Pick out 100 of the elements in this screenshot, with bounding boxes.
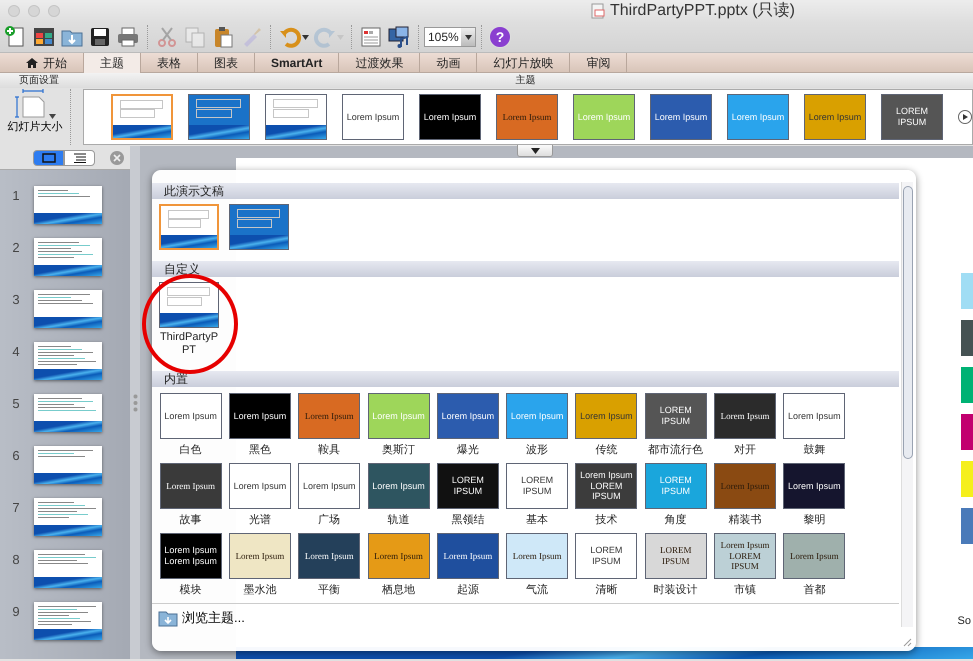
- theme-name: 清晰: [595, 583, 618, 598]
- theme-thumbnail[interactable]: Lorem Ipsum: [342, 94, 404, 140]
- slide-view-icon: [42, 152, 56, 162]
- caret-icon: [302, 34, 309, 40]
- slide-thumbnail[interactable]: [34, 446, 102, 484]
- theme-thumbnail[interactable]: Lorem Ipsum: [298, 393, 360, 439]
- theme-name: 光谱: [248, 512, 271, 528]
- theme-name: 传统: [595, 442, 618, 458]
- scrollbar-thumb[interactable]: [903, 186, 913, 459]
- slide-number: 4: [11, 343, 21, 361]
- ribbon-tab[interactable]: 主题: [84, 53, 141, 73]
- theme-thumbnail[interactable]: Lorem Ipsum: [160, 463, 222, 509]
- theme-thumbnail[interactable]: Lorem Ipsum: [783, 463, 846, 509]
- theme-name: 波形: [526, 443, 548, 458]
- theme-thumbnail[interactable]: Lorem Ipsum: [228, 393, 291, 439]
- theme-name: 都市流行色: [648, 442, 704, 458]
- section-header: 内置: [152, 371, 899, 387]
- help-button[interactable]: ?: [489, 26, 511, 48]
- theme-thumbnail[interactable]: Lorem Ipsum: [650, 94, 712, 140]
- theme-thumbnail[interactable]: [265, 94, 327, 140]
- theme-thumbnail[interactable]: [159, 282, 219, 328]
- film-music-icon: [387, 25, 411, 49]
- theme-thumbnail[interactable]: [111, 94, 173, 140]
- scissors-icon: [155, 25, 179, 49]
- theme-name: 基本: [526, 513, 548, 528]
- theme-thumbnail[interactable]: Lorem Ipsum: [436, 393, 499, 439]
- theme-thumbnail[interactable]: Lorem Ipsum: [506, 533, 568, 579]
- group-title: 页面设置: [18, 75, 59, 86]
- theme-thumbnail[interactable]: Lorem Ipsum: [783, 393, 846, 439]
- theme-name: 栖息地: [382, 583, 416, 598]
- print-icon: [116, 25, 140, 49]
- theme-name: 白色: [180, 443, 202, 458]
- slide-number: 1: [11, 187, 21, 205]
- theme-name: 轨道: [388, 513, 410, 528]
- theme-thumbnail[interactable]: Lorem Ipsum LOREM IPSUM: [575, 463, 638, 509]
- zoom-field[interactable]: 105%: [424, 27, 476, 47]
- slide-text: So: [958, 614, 971, 629]
- theme-name: 奥斯汀: [382, 443, 416, 458]
- theme-thumbnail[interactable]: LOREM IPSUM: [575, 533, 638, 579]
- theme-name: 墨水池: [243, 583, 276, 598]
- theme-name: 黎明: [803, 513, 826, 528]
- theme-thumbnail[interactable]: LOREM IPSUM: [506, 463, 568, 509]
- slide-thumbnail[interactable]: [34, 498, 102, 536]
- theme-thumbnail[interactable]: Lorem Ipsum: [575, 393, 638, 439]
- theme-thumbnail[interactable]: [188, 94, 250, 140]
- group-title: 主题: [515, 75, 536, 86]
- theme-name: 时装设计: [654, 583, 698, 598]
- theme-thumbnail[interactable]: [229, 204, 289, 250]
- theme-thumbnail[interactable]: Lorem Ipsum: [298, 463, 360, 509]
- slide-number: 8: [11, 551, 21, 569]
- theme-name: 黑领结: [451, 513, 484, 528]
- theme-name: 对开: [734, 443, 756, 458]
- theme-name: 模块: [180, 583, 202, 598]
- theme-name: 鼓舞: [803, 443, 826, 458]
- theme-name: 平衡: [318, 583, 340, 598]
- outline-view-button[interactable]: [64, 150, 95, 166]
- splitter-handle-icon: [132, 394, 138, 412]
- slide-thumbnail[interactable]: [34, 186, 102, 224]
- theme-thumbnail[interactable]: LOREM IPSUM: [644, 393, 707, 439]
- theme-name: 鞍具: [318, 443, 340, 458]
- theme-thumbnail[interactable]: Lorem Ipsum LOREM IPSUM: [714, 533, 776, 579]
- theme-thumbnail[interactable]: Lorem Ipsum: [419, 94, 481, 140]
- normal-view-button[interactable]: [33, 150, 64, 166]
- slide-thumbnail[interactable]: [34, 394, 102, 432]
- window-title: ThirdPartyPPT.pptx (只读): [610, 0, 795, 21]
- slide-thumbnail[interactable]: [34, 342, 102, 380]
- theme-thumbnail[interactable]: Lorem Ipsum: [783, 533, 846, 579]
- slide-number: 9: [11, 603, 21, 621]
- slide-thumbnail[interactable]: [34, 290, 102, 328]
- theme-thumbnail[interactable]: LOREM IPSUM: [436, 463, 499, 509]
- theme-thumbnail[interactable]: LOREM IPSUM: [881, 94, 943, 140]
- slide-thumbnail[interactable]: [34, 550, 102, 588]
- grid-icon: [32, 25, 56, 49]
- collapse-button[interactable]: [517, 145, 553, 157]
- theme-thumbnail[interactable]: Lorem Ipsum: [228, 533, 291, 579]
- slide-thumbnail[interactable]: [34, 238, 102, 276]
- theme-thumbnail[interactable]: Lorem Ipsum: [160, 393, 222, 439]
- window-icon: [359, 25, 383, 49]
- browse-themes-button[interactable]: 浏览主题...: [156, 604, 247, 632]
- folder-icon: [158, 608, 178, 626]
- theme-thumbnail[interactable]: Lorem Ipsum: [368, 463, 430, 509]
- theme-thumbnail[interactable]: LOREM IPSUM: [644, 533, 707, 579]
- theme-thumbnail[interactable]: Lorem Ipsum: [436, 533, 499, 579]
- slide-thumbnail[interactable]: [34, 602, 102, 640]
- close-icon: [110, 150, 124, 164]
- scrollbar[interactable]: [901, 182, 913, 627]
- theme-thumbnail[interactable]: Lorem Ipsum: [368, 533, 430, 579]
- theme-thumbnail[interactable]: Lorem Ipsum: [228, 463, 291, 509]
- theme-thumbnail[interactable]: Lorem Ipsum: [298, 533, 360, 579]
- theme-thumbnail[interactable]: [159, 204, 219, 250]
- theme-thumbnail[interactable]: Lorem Ipsum: [496, 94, 558, 140]
- theme-thumbnail[interactable]: Lorem Ipsum Lorem Ipsum: [160, 533, 222, 579]
- redo-icon: [313, 25, 337, 49]
- save-icon: [88, 25, 112, 49]
- theme-name: 技术: [595, 513, 618, 528]
- slide-size-button[interactable]: 幻灯片大小: [0, 89, 71, 145]
- theme-thumbnail[interactable]: Lorem Ipsum: [804, 94, 866, 140]
- theme-thumbnail[interactable]: Lorem Ipsum: [714, 393, 776, 439]
- theme-name: ThirdPartyPPT: [158, 331, 220, 357]
- resize-grip-icon: [902, 637, 912, 647]
